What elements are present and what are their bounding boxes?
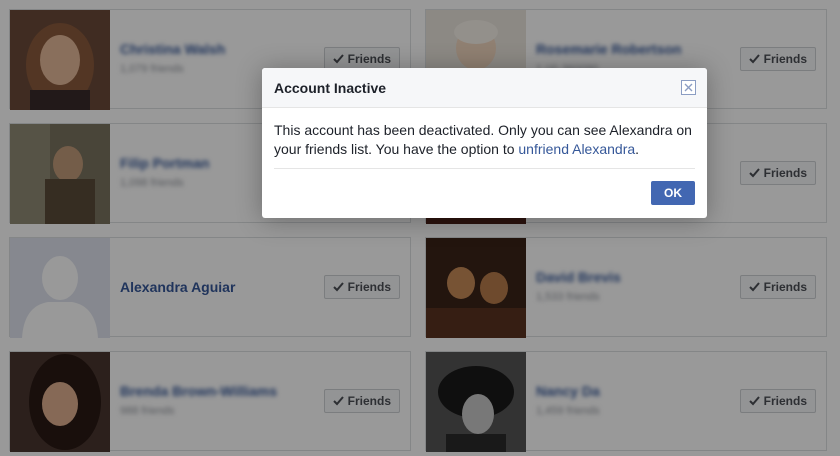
friends-page: Christina Walsh 1,079 friends Friends Ro… [0,0,840,456]
unfriend-link[interactable]: unfriend Alexandra [518,141,635,157]
dialog-title: Account Inactive [274,80,387,96]
account-inactive-dialog: Account Inactive This account has been d… [262,68,707,218]
dialog-divider [274,168,695,169]
close-button[interactable] [681,80,696,95]
dialog-message: This account has been deactivated. Only … [274,121,694,159]
dialog-message-suffix: . [635,141,640,157]
dialog-header: Account Inactive [262,68,707,108]
ok-button[interactable]: OK [651,181,695,205]
close-icon [684,83,693,92]
